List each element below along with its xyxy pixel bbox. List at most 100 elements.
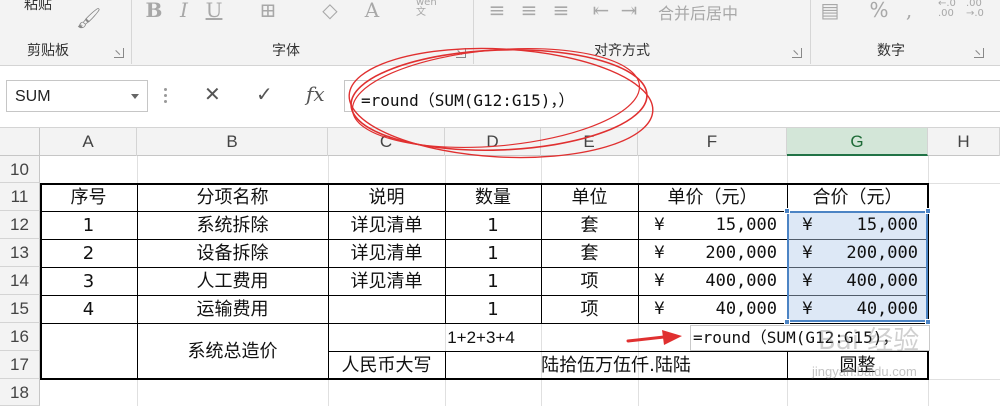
formula-input[interactable]: =round（SUM(G12:G15)，）: [344, 80, 1000, 112]
table-cell[interactable]: 详见清单: [328, 268, 445, 295]
table-cell[interactable]: 3: [40, 268, 137, 295]
ribbon-divider: [473, 0, 474, 64]
rmb-uppercase-label[interactable]: 人民币大写: [328, 352, 445, 379]
row-header-10[interactable]: 10: [0, 156, 40, 183]
font-launcher-icon[interactable]: [456, 48, 466, 58]
header-cell-name[interactable]: 分项名称: [137, 184, 328, 211]
sum-expression-cell[interactable]: 1+2+3+4: [328, 324, 634, 351]
table-cell[interactable]: 人工费用: [137, 268, 328, 295]
table-cell[interactable]: 2: [40, 240, 137, 267]
table-cell[interactable]: 200,000: [787, 240, 928, 267]
table-cell[interactable]: 运输费用: [137, 296, 328, 323]
name-box-value: SUM: [15, 88, 51, 105]
bold-icon[interactable]: B: [144, 0, 164, 20]
align-center-icon[interactable]: ≡: [518, 0, 540, 20]
table-cell[interactable]: 系统拆除: [137, 212, 328, 239]
row-header-18[interactable]: 18: [0, 379, 40, 406]
increase-decimal-button[interactable]: ←.0 .00: [938, 0, 966, 19]
watermark: Bai 经验: [818, 326, 920, 356]
chevron-down-icon[interactable]: [131, 94, 139, 99]
column-header-row: A B C D E F G H: [0, 128, 1000, 156]
name-box[interactable]: SUM: [6, 80, 148, 112]
table-cell[interactable]: 详见清单: [328, 212, 445, 239]
table-cell[interactable]: 1: [40, 212, 137, 239]
row-header-15[interactable]: 15: [0, 295, 40, 323]
table-cell[interactable]: 项: [541, 268, 638, 295]
row-header-16[interactable]: 16: [0, 323, 40, 351]
increase-indent-icon[interactable]: ⇥: [618, 0, 640, 20]
column-header-f[interactable]: F: [638, 128, 787, 156]
header-cell-qty[interactable]: 数量: [445, 184, 541, 211]
ribbon-divider: [131, 0, 132, 64]
table-cell[interactable]: 详见清单: [328, 240, 445, 267]
column-header-h[interactable]: H: [928, 128, 1000, 156]
column-header-b[interactable]: B: [137, 128, 328, 156]
fill-color-icon[interactable]: ◇: [318, 0, 342, 20]
row-header-17[interactable]: 17: [0, 351, 40, 379]
insert-function-icon[interactable]: fx: [306, 82, 325, 106]
watermark-url: jingyan.baidu.com: [812, 364, 917, 379]
paste-button[interactable]: 粘贴: [24, 0, 52, 14]
column-header-c[interactable]: C: [328, 128, 445, 156]
table-cell[interactable]: 设备拆除: [137, 240, 328, 267]
underline-icon[interactable]: U: [204, 0, 224, 20]
alignment-launcher-icon[interactable]: [792, 48, 802, 58]
drag-handle-icon[interactable]: [164, 88, 167, 106]
select-all-corner[interactable]: [0, 128, 40, 156]
phonetic-icon[interactable]: wén 文: [416, 0, 440, 18]
font-group-label: 字体: [272, 43, 300, 59]
table-cell[interactable]: 套: [541, 240, 638, 267]
format-painter-icon[interactable]: 🖌: [76, 8, 101, 28]
decrease-indent-icon[interactable]: ⇤: [590, 0, 612, 20]
header-cell-price[interactable]: 单价（元）: [638, 184, 787, 211]
merge-center-button[interactable]: 合并后居中: [658, 0, 738, 24]
table-cell[interactable]: 40,000: [787, 296, 928, 323]
table-cell[interactable]: 1: [445, 212, 541, 239]
amount-in-words-cell[interactable]: 陆拾伍万伍仟.陆陆: [445, 352, 787, 379]
align-right-icon[interactable]: ≡: [550, 0, 572, 20]
header-cell-total[interactable]: 合价（元）: [787, 184, 928, 211]
formula-bar: SUM ✕ ✓ fx =round（SUM(G12:G15)，）: [0, 66, 1000, 128]
cancel-icon[interactable]: ✕: [204, 82, 221, 106]
comma-style-icon[interactable]: ,: [902, 0, 916, 20]
ribbon: 粘贴 🖌 剪贴板 B I U ⊞ ◇ A wén 文 字体 ≡ ≡ ≡ ⇤ ⇥ …: [0, 0, 1000, 66]
table-cell[interactable]: 1: [445, 240, 541, 267]
table-cell[interactable]: 1: [445, 296, 541, 323]
column-header-a[interactable]: A: [40, 128, 137, 156]
table-cell[interactable]: 1: [445, 268, 541, 295]
table-cell[interactable]: 400,000: [787, 268, 928, 295]
row-header-14[interactable]: 14: [0, 267, 40, 295]
table-cell[interactable]: 15,000: [787, 212, 928, 239]
font-color-icon[interactable]: A: [362, 0, 382, 20]
table-cell[interactable]: 4: [40, 296, 137, 323]
red-arrow-icon: [626, 330, 682, 345]
header-cell-no[interactable]: 序号: [40, 184, 137, 211]
clipboard-group-label: 剪贴板: [27, 43, 69, 59]
header-cell-unit[interactable]: 单位: [541, 184, 638, 211]
table-cell[interactable]: 项: [541, 296, 638, 323]
header-cell-note[interactable]: 说明: [328, 184, 445, 211]
table-cell[interactable]: 400,000: [638, 268, 787, 295]
table-cell[interactable]: 200,000: [638, 240, 787, 267]
enter-icon[interactable]: ✓: [256, 82, 273, 106]
table-cell[interactable]: 40,000: [638, 296, 787, 323]
align-left-icon[interactable]: ≡: [486, 0, 508, 20]
percent-button[interactable]: %: [868, 0, 890, 20]
column-header-g[interactable]: G: [787, 128, 928, 156]
row-header-12[interactable]: 12: [0, 211, 40, 239]
clipboard-launcher-icon[interactable]: [114, 48, 124, 58]
spreadsheet-grid[interactable]: A B C D E F G H 10 11 12 13 14 15 16 17 …: [0, 128, 1000, 406]
column-header-e[interactable]: E: [541, 128, 638, 156]
border-icon[interactable]: ⊞: [256, 0, 280, 20]
row-header-13[interactable]: 13: [0, 239, 40, 267]
italic-icon[interactable]: I: [174, 0, 194, 20]
alignment-group-label: 对齐方式: [594, 43, 650, 59]
decrease-decimal-button[interactable]: .00 →.0: [966, 0, 996, 19]
accounting-format-icon[interactable]: ▤: [818, 0, 842, 20]
table-cell[interactable]: 套: [541, 212, 638, 239]
table-cell[interactable]: 15,000: [638, 212, 787, 239]
column-header-d[interactable]: D: [445, 128, 541, 156]
total-label-cell[interactable]: 系统总造价: [137, 338, 328, 365]
row-header-11[interactable]: 11: [0, 183, 40, 211]
number-launcher-icon[interactable]: [974, 48, 984, 58]
